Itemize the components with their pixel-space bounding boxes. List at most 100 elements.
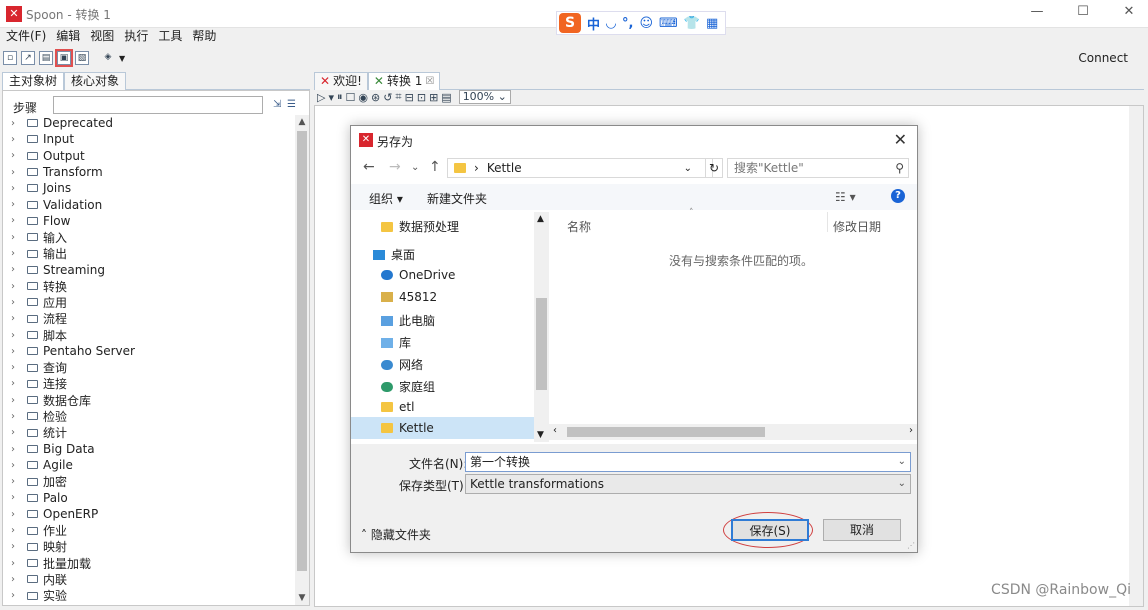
- tree-item[interactable]: › Flow: [3, 213, 295, 229]
- scroll-thumb[interactable]: [297, 131, 307, 571]
- ime-mode-icon[interactable]: 中: [587, 14, 600, 33]
- column-divider[interactable]: [827, 212, 828, 232]
- explore-icon[interactable]: ▤: [39, 51, 53, 65]
- tree-item[interactable]: › Transform: [3, 164, 295, 180]
- tab-welcome[interactable]: ✕ 欢迎!: [314, 72, 368, 90]
- view-options-icon[interactable]: ☷ ▾: [835, 190, 856, 204]
- tree-item[interactable]: › 数据仓库: [3, 392, 295, 408]
- canvas-scrollbar[interactable]: [1129, 106, 1143, 606]
- tree-item[interactable]: › 批量加载: [3, 555, 295, 571]
- ime-punct-icon[interactable]: °,: [622, 16, 633, 31]
- menu-file[interactable]: 文件(F): [6, 28, 46, 46]
- scroll-left-icon[interactable]: ‹: [553, 425, 557, 436]
- tree-item[interactable]: › 内联: [3, 571, 295, 587]
- tree-item[interactable]: › 脚本: [3, 327, 295, 343]
- impact-icon[interactable]: ⊟: [405, 91, 414, 104]
- refresh-button[interactable]: ↻: [705, 158, 723, 178]
- verify-icon[interactable]: ⌗: [395, 90, 401, 104]
- tree-item[interactable]: › 转换: [3, 278, 295, 294]
- menu-run[interactable]: 执行: [124, 28, 148, 46]
- save-icon[interactable]: ▣: [55, 49, 73, 67]
- tree-item[interactable]: › Pentaho Server: [3, 343, 295, 359]
- tree-item[interactable]: › Joins: [3, 180, 295, 196]
- ime-emoji-icon[interactable]: ☺: [639, 16, 653, 31]
- connect-button[interactable]: Connect: [1078, 51, 1128, 65]
- nav-scrollbar[interactable]: ▲ ▼: [534, 212, 549, 442]
- dialog-close-button[interactable]: ✕: [894, 130, 907, 149]
- tree-item[interactable]: › 连接: [3, 376, 295, 392]
- preview-icon[interactable]: ◉: [358, 91, 368, 104]
- menu-help[interactable]: 帮助: [192, 28, 216, 46]
- expand-all-icon[interactable]: ⇲: [273, 99, 281, 110]
- file-list[interactable]: 名称 ˄ 修改日期 没有与搜索条件匹配的项。: [549, 208, 917, 442]
- tree-item[interactable]: › Palo: [3, 490, 295, 506]
- steps-search-input[interactable]: [53, 96, 263, 114]
- tree-item[interactable]: › 加密: [3, 474, 295, 490]
- recent-dropdown-icon[interactable]: ⌄: [411, 162, 419, 173]
- explore-db-icon[interactable]: ⊞: [429, 91, 438, 104]
- help-icon[interactable]: ?: [891, 189, 905, 203]
- minimize-button[interactable]: —: [1022, 4, 1052, 19]
- scroll-thumb[interactable]: [567, 427, 765, 437]
- layers-icon[interactable]: ◈: [101, 51, 115, 65]
- menu-tools[interactable]: 工具: [158, 28, 182, 46]
- address-bar[interactable]: › Kettle ⌄: [447, 158, 713, 178]
- replay-icon[interactable]: ↺: [383, 91, 392, 104]
- run-dropdown-icon[interactable]: ▾: [328, 91, 334, 104]
- scroll-thumb[interactable]: [536, 298, 547, 390]
- tree-item[interactable]: › 映射: [3, 539, 295, 555]
- maximize-button[interactable]: ☐: [1068, 4, 1098, 19]
- tree-item[interactable]: › 流程: [3, 311, 295, 327]
- new-file-icon[interactable]: ▫: [3, 51, 17, 65]
- run-icon[interactable]: ▷: [317, 91, 325, 104]
- tree-scrollbar[interactable]: ▲ ▼: [295, 115, 309, 605]
- tree-item[interactable]: › 查询: [3, 359, 295, 375]
- nav-item-selected[interactable]: Kettle: [351, 417, 535, 439]
- tree-item[interactable]: › 统计: [3, 425, 295, 441]
- tab-main-tree[interactable]: 主对象树: [2, 72, 65, 90]
- nav-item[interactable]: OneDrive: [381, 268, 455, 282]
- nav-item[interactable]: 库: [381, 334, 411, 351]
- nav-item[interactable]: etl: [381, 400, 414, 414]
- list-horizontal-scrollbar[interactable]: ‹ ›: [549, 424, 917, 440]
- filename-input[interactable]: 第一个转换 ⌄: [465, 452, 911, 472]
- tree-item[interactable]: › Input: [3, 131, 295, 147]
- column-name[interactable]: 名称: [567, 218, 591, 235]
- tree-item[interactable]: › 应用: [3, 294, 295, 310]
- ime-keyboard-icon[interactable]: ⌨: [659, 16, 678, 31]
- search-input[interactable]: 搜索"Kettle" ⚲: [727, 158, 909, 178]
- tree-item[interactable]: › Output: [3, 148, 295, 164]
- open-file-icon[interactable]: ↗: [21, 51, 35, 65]
- hide-folders-toggle[interactable]: ˄ 隐藏文件夹: [361, 526, 431, 543]
- tree-item[interactable]: › OpenERP: [3, 506, 295, 522]
- tree-item[interactable]: › 检验: [3, 408, 295, 424]
- scroll-down-icon[interactable]: ▼: [537, 430, 544, 440]
- scroll-down-icon[interactable]: ▼: [295, 593, 309, 603]
- debug-icon[interactable]: ⊛: [371, 91, 380, 104]
- up-icon[interactable]: ↑: [429, 159, 441, 175]
- collapse-all-icon[interactable]: ☰: [287, 99, 296, 110]
- organize-button[interactable]: 组织 ▾: [369, 190, 403, 207]
- show-results-icon[interactable]: ▤: [441, 91, 451, 104]
- ime-moon-icon[interactable]: ◡: [606, 16, 616, 31]
- cancel-button[interactable]: 取消: [823, 519, 901, 541]
- save-button[interactable]: 保存(S): [731, 519, 809, 541]
- scroll-up-icon[interactable]: ▲: [537, 214, 544, 224]
- scroll-up-icon[interactable]: ▲: [295, 117, 309, 127]
- chevron-down-icon[interactable]: ⌄: [898, 475, 906, 493]
- tree-item[interactable]: › Big Data: [3, 441, 295, 457]
- menu-view[interactable]: 视图: [90, 28, 114, 46]
- close-tab-icon[interactable]: ☒: [425, 74, 434, 89]
- zoom-select[interactable]: 100% ⌄: [458, 90, 511, 104]
- tab-transformation-1[interactable]: ✕ 转换 1 ☒: [367, 72, 441, 90]
- nav-item[interactable]: 此电脑: [381, 312, 435, 329]
- back-icon[interactable]: ←: [363, 159, 375, 175]
- tree-item[interactable]: › Agile: [3, 457, 295, 473]
- resize-grip-icon[interactable]: ⋰: [907, 541, 915, 550]
- ime-toolbox-icon[interactable]: ▦: [706, 16, 718, 31]
- address-dropdown-icon[interactable]: ⌄: [684, 163, 692, 174]
- menu-edit[interactable]: 编辑: [56, 28, 80, 46]
- nav-item[interactable]: 桌面: [373, 246, 415, 263]
- pause-icon[interactable]: ⏸: [337, 90, 343, 104]
- tree-item[interactable]: › 实验: [3, 588, 295, 604]
